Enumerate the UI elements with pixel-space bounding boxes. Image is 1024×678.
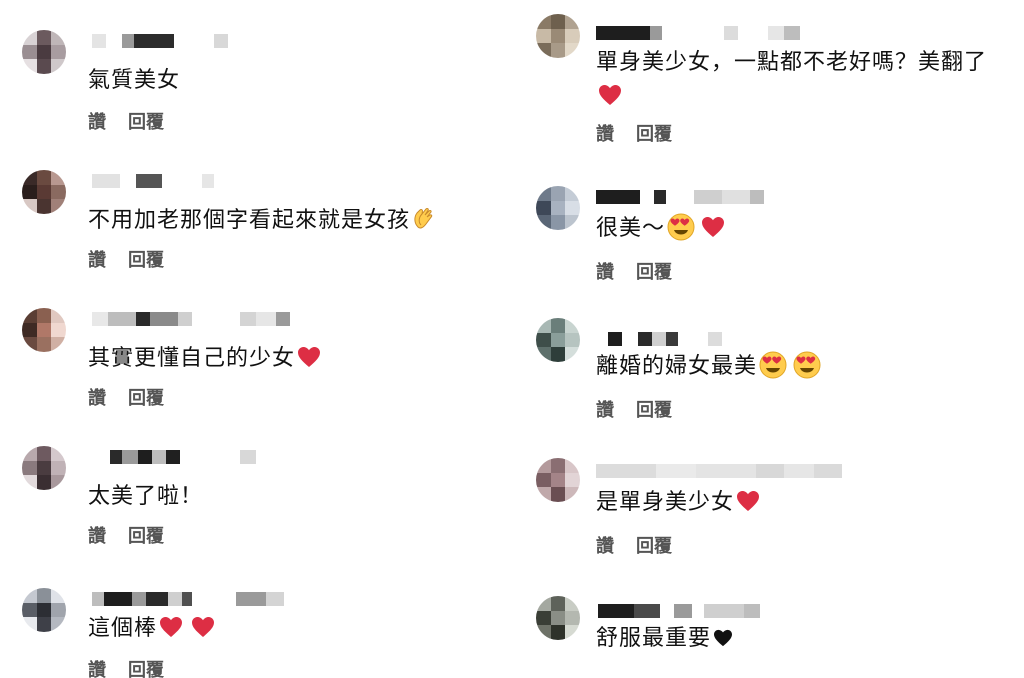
heart-eyes-face-icon bbox=[793, 351, 821, 379]
comment-text: 是單身美少女 bbox=[596, 486, 760, 520]
avatar[interactable] bbox=[22, 30, 66, 74]
like-button[interactable]: 讚 bbox=[596, 396, 614, 422]
comment-text: 太美了啦！ bbox=[88, 484, 204, 509]
blurred-username[interactable] bbox=[596, 190, 764, 204]
clapping-hands-icon bbox=[414, 207, 433, 229]
reply-button[interactable]: 回覆 bbox=[636, 396, 672, 422]
blurred-username[interactable] bbox=[92, 312, 290, 326]
comment-item: 離婚的婦女最美 讚 回覆 bbox=[536, 318, 1006, 428]
comment-text: 舒服最重要 bbox=[596, 622, 733, 656]
blurred-username[interactable] bbox=[596, 464, 842, 478]
avatar[interactable] bbox=[22, 446, 66, 490]
red-heart-icon bbox=[599, 85, 621, 105]
comment-text: 不用加老那個字看起來就是女孩 bbox=[88, 204, 438, 238]
comment-item: 氣質美女 讚 回覆 bbox=[22, 30, 482, 140]
comment-actions: 讚 回覆 bbox=[596, 120, 672, 146]
reply-button[interactable]: 回覆 bbox=[128, 522, 164, 548]
comment-actions: 讚 回覆 bbox=[88, 384, 164, 410]
reply-button[interactable]: 回覆 bbox=[636, 258, 672, 284]
like-button[interactable]: 讚 bbox=[88, 108, 106, 134]
red-heart-icon bbox=[298, 347, 321, 367]
comment-item: 不用加老那個字看起來就是女孩 讚 回覆 bbox=[22, 170, 482, 280]
comment-actions: 讚 回覆 bbox=[596, 532, 672, 558]
avatar[interactable] bbox=[536, 318, 580, 362]
reply-button[interactable]: 回覆 bbox=[128, 656, 164, 678]
avatar[interactable] bbox=[22, 170, 66, 214]
comment-actions: 讚 回覆 bbox=[88, 656, 164, 678]
comment-text: 氣質美女 bbox=[88, 68, 181, 93]
like-button[interactable]: 讚 bbox=[596, 532, 614, 558]
blurred-username[interactable] bbox=[92, 174, 214, 188]
heart-eyes-face-icon bbox=[667, 213, 695, 241]
comment-item: 很美～ 讚 回覆 bbox=[536, 186, 1006, 296]
comment-text: 離婚的婦女最美 bbox=[596, 350, 821, 384]
like-button[interactable]: 讚 bbox=[596, 258, 614, 284]
like-button[interactable]: 讚 bbox=[88, 246, 106, 272]
reply-button[interactable]: 回覆 bbox=[128, 384, 164, 410]
black-heart-icon bbox=[714, 629, 733, 647]
comment-item: 單身美少女，一點都不老好嗎？美翻了 讚 回覆 bbox=[536, 14, 1006, 154]
comment-item: 是單身美少女 讚 回覆 bbox=[536, 458, 1006, 568]
avatar[interactable] bbox=[536, 458, 580, 502]
comment-actions: 讚 回覆 bbox=[88, 522, 164, 548]
blurred-username[interactable] bbox=[596, 26, 800, 40]
like-button[interactable]: 讚 bbox=[88, 522, 106, 548]
avatar[interactable] bbox=[22, 588, 66, 632]
like-button[interactable]: 讚 bbox=[88, 656, 106, 678]
heart-eyes-face-icon bbox=[759, 351, 787, 379]
blurred-username[interactable] bbox=[92, 592, 284, 606]
blurred-username[interactable] bbox=[92, 34, 228, 48]
red-heart-icon bbox=[702, 217, 725, 237]
comment-text: 很美～ bbox=[596, 212, 725, 246]
blurred-username[interactable] bbox=[92, 450, 256, 464]
avatar[interactable] bbox=[536, 186, 580, 230]
comment-text: 其實更懂自己的少女 bbox=[88, 342, 321, 376]
blurred-username[interactable] bbox=[598, 604, 760, 618]
avatar[interactable] bbox=[536, 14, 580, 58]
comment-item: 舒服最重要 bbox=[536, 596, 1006, 678]
comment-actions: 讚 回覆 bbox=[88, 108, 164, 134]
reply-button[interactable]: 回覆 bbox=[636, 532, 672, 558]
reply-button[interactable]: 回覆 bbox=[636, 120, 672, 146]
comment-item: 太美了啦！ 讚 回覆 bbox=[22, 446, 482, 556]
comment-text: 單身美少女，一點都不老好嗎？美翻了 bbox=[596, 46, 996, 114]
like-button[interactable]: 讚 bbox=[596, 120, 614, 146]
comment-item: 這個棒 讚 回覆 bbox=[22, 588, 482, 678]
comment-actions: 讚 回覆 bbox=[596, 258, 672, 284]
reply-button[interactable]: 回覆 bbox=[128, 246, 164, 272]
reply-button[interactable]: 回覆 bbox=[128, 108, 164, 134]
avatar[interactable] bbox=[22, 308, 66, 352]
comments-page: 氣質美女 讚 回覆 不用加老那個字看起來就是女孩 讚 回覆 其實更懂自己的少女 … bbox=[0, 0, 1024, 678]
red-heart-icon bbox=[737, 491, 760, 511]
like-button[interactable]: 讚 bbox=[88, 384, 106, 410]
comment-text: 這個棒 bbox=[88, 612, 215, 646]
blurred-username[interactable] bbox=[608, 332, 722, 346]
comment-actions: 讚 回覆 bbox=[88, 246, 164, 272]
comment-actions: 讚 回覆 bbox=[596, 396, 672, 422]
red-heart-icon bbox=[192, 617, 215, 637]
comment-item: 其實更懂自己的少女 讚 回覆 bbox=[22, 308, 482, 418]
red-heart-icon bbox=[160, 617, 183, 637]
avatar[interactable] bbox=[536, 596, 580, 640]
